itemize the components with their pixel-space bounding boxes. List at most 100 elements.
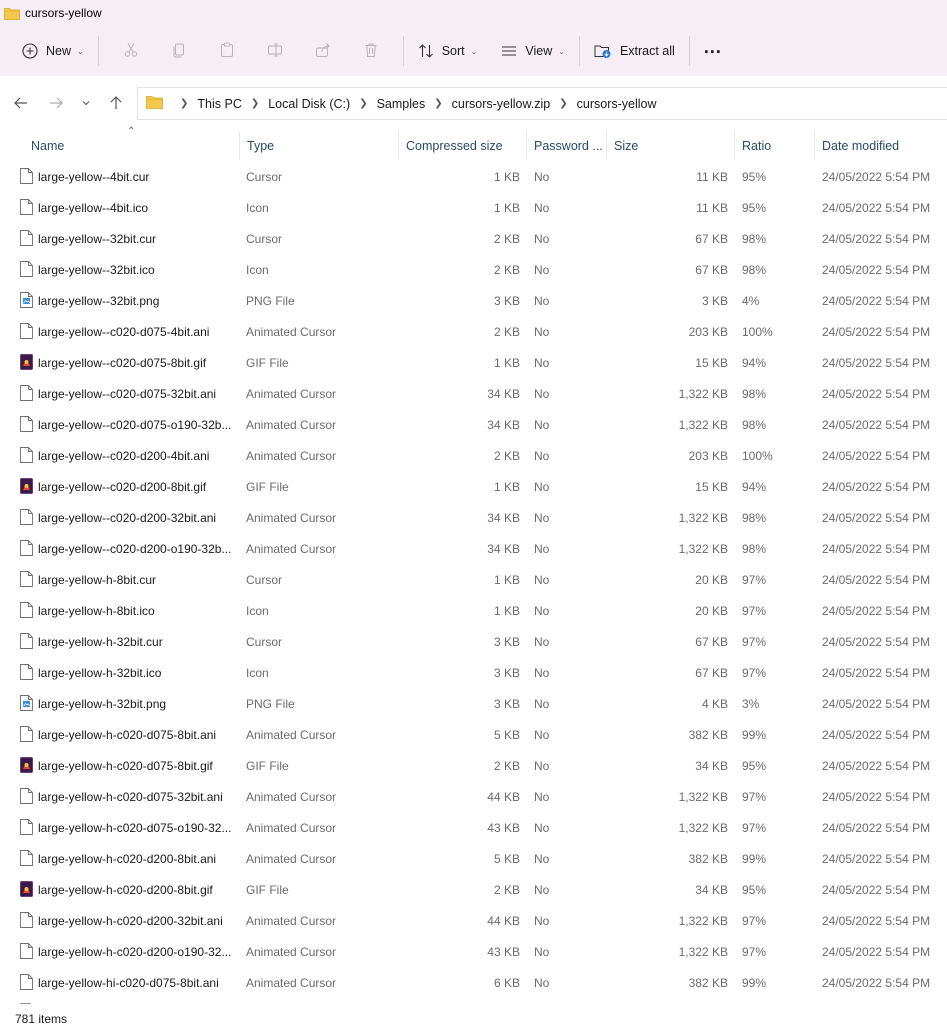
share-button[interactable] [299,34,347,68]
recent-locations-button[interactable] [72,89,100,119]
file-password-protected: No [534,603,550,618]
file-icon [20,323,33,339]
file-row[interactable]: large-yellow-h-c020-d200-o190-32... Anima… [0,936,947,967]
file-row[interactable]: large-yellow-h-c020-d200-8bit.gif GIF Fil… [0,874,947,905]
sort-button[interactable]: Sort ⌄ [412,34,484,68]
breadcrumb-current-folder[interactable]: cursors-yellow [577,97,657,111]
paste-button[interactable] [203,34,251,68]
file-size: 382 KB [688,727,728,742]
file-ratio: 99% [742,975,767,990]
cut-button[interactable] [107,34,155,68]
chevron-down-icon: ⌄ [77,46,84,56]
file-row[interactable]: large-yellow--c020-d200-4bit.ani Animated… [0,440,947,471]
file-password-protected: No [534,944,550,959]
file-password-protected: No [534,324,550,339]
copy-icon [171,42,187,61]
file-row[interactable]: large-yellow-h-32bit.png PNG File 3 KB No 4 … [0,688,947,719]
delete-button[interactable] [347,34,395,68]
file-name: large-yellow--c020-d075-32bit.ani [38,386,217,401]
breadcrumb-local-disk[interactable]: Local Disk (C:) [268,97,350,111]
file-date-modified: 24/05/2022 5:54 PM [822,603,931,618]
file-row[interactable]: large-yellow-h-c020-d075-32bit.ani Animat… [0,781,947,812]
file-compressed-size: 2 KB [493,324,520,339]
file-date-modified: 24/05/2022 5:54 PM [822,913,931,928]
address-bar[interactable]: ❯ This PC ❯ Local Disk (C:) ❯ Samples ❯ … [137,87,947,120]
extract-all-button[interactable]: Extract all [588,34,681,68]
file-row[interactable]: large-yellow--32bit.ico Icon 2 KB No 67 KB 98… [0,254,947,285]
file-size: 15 KB [695,479,728,494]
file-name: large-yellow-hi-c020-d075-8bit.ani [38,975,219,990]
file-size: 4 KB [701,696,728,711]
file-row[interactable]: large-yellow-h-c020-d075-8bit.gif GIF Fil… [0,750,947,781]
copy-button[interactable] [155,34,203,68]
file-icon [20,943,33,959]
file-password-protected: No [534,727,550,742]
breadcrumb-zip[interactable]: cursors-yellow.zip [452,97,551,111]
file-row[interactable]: large-yellow--c020-d200-32bit.ani Animate… [0,502,947,533]
file-row[interactable]: large-yellow--c020-d200-o190-32b... Anima… [0,533,947,564]
file-row[interactable]: large-yellow-h-8bit.ico Icon 1 KB No 20 KB 97… [0,595,947,626]
back-button[interactable] [6,89,36,119]
file-date-modified: 24/05/2022 5:54 PM [822,727,931,742]
file-password-protected: No [534,913,550,928]
breadcrumb-samples[interactable]: Samples [377,97,426,111]
column-password-label: Password ... [534,139,603,153]
column-header-date-modified[interactable]: Date modified [815,132,947,160]
column-header-compressed-size[interactable]: Compressed size [399,132,527,160]
file-row[interactable]: large-yellow-h-32bit.cur Cursor 3 KB No 67 K… [0,626,947,657]
file-row[interactable]: large-yellow--4bit.ico Icon 1 KB No 11 KB 95%… [0,192,947,223]
file-password-protected: No [534,634,550,649]
file-row[interactable]: large-yellow-h-c020-d200-32bit.ani Animat… [0,905,947,936]
file-type: Cursor [246,572,283,587]
file-row[interactable]: large-yellow-h-8bit.cur Cursor 1 KB No 20 KB… [0,564,947,595]
file-row[interactable]: large-yellow--32bit.cur Cursor 2 KB No 67 KB… [0,223,947,254]
file-password-protected: No [534,231,550,246]
file-name: large-yellow--32bit.ico [38,262,155,277]
file-row[interactable]: large-yellow--c020-d075-8bit.gif GIF File… [0,347,947,378]
file-icon [20,571,33,587]
view-button[interactable]: View ⌄ [495,34,571,68]
column-header-name[interactable]: Name [24,132,240,160]
file-compressed-size: 1 KB [493,355,520,370]
new-button[interactable]: New ⌄ [16,34,90,68]
file-icon [20,912,33,928]
more-options-button[interactable]: ... [698,34,728,68]
file-row[interactable]: large-yellow-hi-c020-d075-8bit.ani Animat… [0,967,947,998]
up-button[interactable] [101,89,131,119]
file-name: large-yellow--c020-d200-32bit.ani [38,510,217,525]
breadcrumb-this-pc[interactable]: This PC [197,97,241,111]
sort-label: Sort [441,44,465,58]
file-row[interactable]: large-yellow--c020-d075-32bit.ani Animate… [0,378,947,409]
scissors-icon [123,42,139,61]
file-type: Cursor [246,169,283,184]
file-row[interactable]: large-yellow--4bit.cur Cursor 1 KB No 11 KB 9… [0,161,947,192]
file-compressed-size: 34 KB [487,417,520,432]
arrow-up-icon [108,95,124,114]
column-header-password[interactable]: Password ... [527,132,607,160]
chevron-right-icon: ❯ [359,98,368,109]
file-type: Animated Cursor [246,789,337,804]
file-row[interactable]: large-yellow--c020-d075-4bit.ani Animated… [0,316,947,347]
column-header-ratio[interactable]: Ratio [735,132,815,160]
file-row[interactable]: large-yellow-h-32bit.ico Icon 3 KB No 67 KB 9… [0,657,947,688]
column-header-type[interactable]: Type [240,132,399,160]
file-row[interactable]: large-yellow--c020-d075-o190-32b... Anima… [0,409,947,440]
file-password-protected: No [534,355,550,370]
file-password-protected: No [534,386,550,401]
file-row[interactable]: large-yellow-h-c020-d200-8bit.ani Animate… [0,843,947,874]
column-header-size[interactable]: Size [607,132,735,160]
file-row[interactable]: large-yellow-h-c020-d075-8bit.ani Animate… [0,719,947,750]
forward-button[interactable] [41,89,71,119]
file-password-protected: No [534,820,550,835]
file-ratio: 97% [742,665,767,680]
file-name: large-yellow-h-c020-d200-o190-32... [38,944,232,959]
file-row[interactable]: large-yellow-h-c020-d075-o190-32... Anima… [0,812,947,843]
file-icon [20,199,33,215]
file-row[interactable]: large-yellow--32bit.png PNG File 3 KB No 3 K… [0,285,947,316]
file-size: 1,322 KB [678,386,728,401]
file-row[interactable]: large-yellow--c020-d200-8bit.gif GIF File… [0,471,947,502]
file-ratio: 98% [742,510,767,525]
file-compressed-size: 2 KB [493,231,520,246]
rename-button[interactable] [251,34,299,68]
file-date-modified: 24/05/2022 5:54 PM [822,975,931,990]
